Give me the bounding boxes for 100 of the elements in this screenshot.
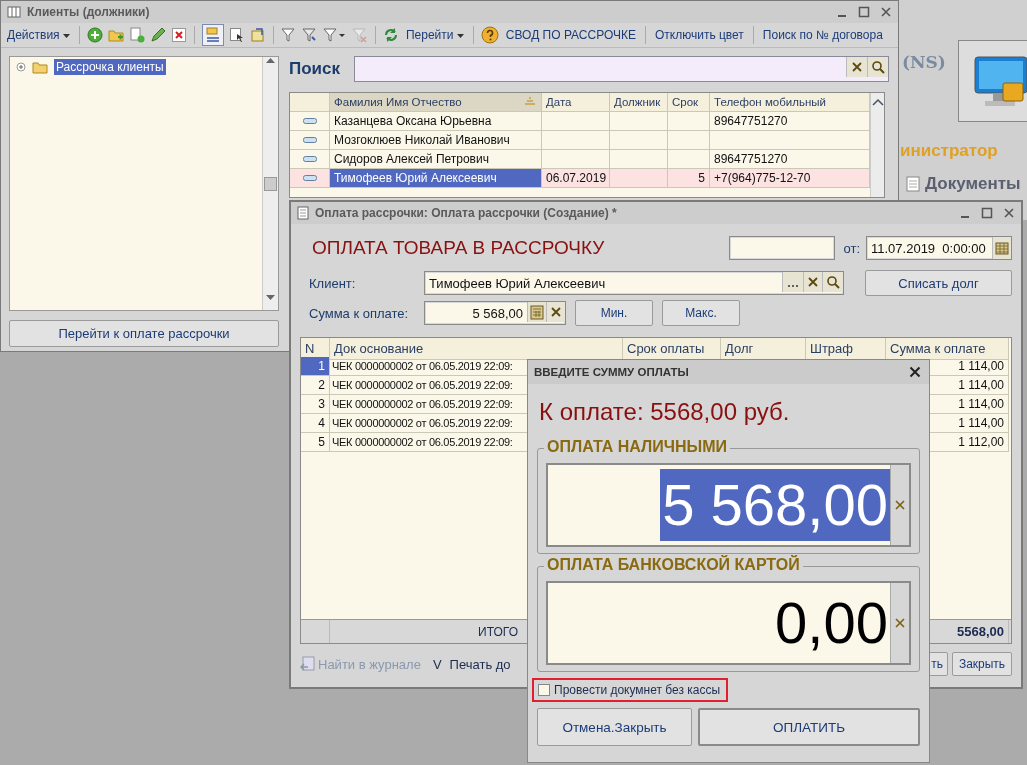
clear-filter-icon[interactable] <box>351 27 368 43</box>
column-header[interactable]: Дата <box>542 93 610 112</box>
table-icon <box>7 6 21 18</box>
color-off-button[interactable]: Отключить цвет <box>653 28 746 42</box>
column-header[interactable]: Телефон мобильный <box>710 93 870 112</box>
client-field[interactable]: Тимофеев Юрий Алексеевич <box>424 271 844 295</box>
close-icon[interactable] <box>1003 207 1015 219</box>
summary-button[interactable]: СВОД ПО РАССРОЧКЕ <box>503 28 638 42</box>
table-cell[interactable] <box>542 112 610 131</box>
more-icon[interactable] <box>782 272 803 292</box>
close-icon[interactable] <box>909 366 921 378</box>
table-cell[interactable]: 2 <box>301 376 330 395</box>
help-icon[interactable] <box>480 26 499 44</box>
column-header[interactable]: Сумма к оплате <box>886 338 1009 360</box>
clear-icon[interactable] <box>546 302 565 322</box>
filter-icon[interactable] <box>280 27 297 43</box>
caret-icon <box>62 33 70 38</box>
table-cell[interactable] <box>610 112 668 131</box>
max-button[interactable]: Макс. <box>662 300 740 326</box>
amount-field[interactable]: 0,00 <box>546 581 911 665</box>
scrollbar[interactable] <box>262 57 278 310</box>
clear-icon[interactable] <box>895 618 905 628</box>
table-cell[interactable]: Мозгоклюев Николай Иванович <box>330 131 542 150</box>
search-field[interactable] <box>354 56 889 82</box>
clear-icon[interactable] <box>846 57 867 77</box>
column-header[interactable]: Должник <box>610 93 668 112</box>
calendar-icon[interactable] <box>992 237 1011 259</box>
print-button[interactable]: Печать до <box>449 656 511 672</box>
checkbox[interactable] <box>538 684 550 696</box>
delete-icon[interactable] <box>170 27 187 43</box>
caret-icon <box>456 33 464 38</box>
number-field[interactable] <box>729 236 836 260</box>
table-cell[interactable]: Тимофеев Юрий Алексеевич <box>330 169 542 188</box>
brand-text: (NS) <box>902 52 946 72</box>
row-marker[interactable] <box>290 112 330 131</box>
clear-icon[interactable] <box>803 272 822 292</box>
search-icon[interactable] <box>867 57 888 77</box>
column-header[interactable]: Док основание <box>330 338 623 360</box>
column-header[interactable]: N <box>301 338 330 360</box>
table-cell[interactable] <box>668 112 710 131</box>
column-header[interactable]: Срок оплаты <box>623 338 721 360</box>
amount-field[interactable]: 5 568,00 <box>546 463 911 547</box>
contract-search-button[interactable]: Поиск по № договора <box>760 28 885 42</box>
table-cell[interactable]: 06.07.2019 <box>542 169 610 188</box>
goto-menu[interactable]: Перейти <box>403 28 466 42</box>
documents-section[interactable]: Документы <box>925 174 1021 194</box>
write-off-button[interactable]: Списать долг <box>865 270 1012 296</box>
min-button[interactable]: Мин. <box>575 300 653 326</box>
clear-icon[interactable] <box>895 500 905 510</box>
close-button[interactable]: Закрыть <box>952 652 1012 676</box>
item-icon <box>302 118 317 124</box>
table-cell[interactable]: 5 <box>301 433 330 452</box>
date-field[interactable]: 11.07.2019 0:00:00 <box>866 236 1012 260</box>
pencil-icon[interactable] <box>149 27 166 43</box>
scrollbar[interactable] <box>870 93 884 197</box>
table-cell[interactable] <box>610 131 668 150</box>
sum-label: Сумма к оплате: <box>308 305 410 321</box>
go-to-payment-button[interactable]: Перейти к оплате рассрочки <box>9 320 279 347</box>
filter-menu-icon[interactable] <box>322 27 347 43</box>
table-cell[interactable] <box>542 131 610 150</box>
table-cell[interactable]: Казанцева Оксана Юрьевна <box>330 112 542 131</box>
table-cell[interactable]: 5 <box>668 169 710 188</box>
table-cell[interactable] <box>610 169 668 188</box>
actions-menu[interactable]: Действия <box>5 28 72 42</box>
sum-field[interactable]: 5 568,00 <box>424 301 566 325</box>
table-cell[interactable]: +7(964)775-12-70 <box>710 169 870 188</box>
add-icon[interactable] <box>86 27 103 43</box>
expand-icon[interactable] <box>16 62 26 72</box>
cancel-button[interactable]: Отмена.Закрыть <box>537 708 692 746</box>
filter-icon[interactable] <box>301 27 318 43</box>
item-icon <box>302 175 317 181</box>
search-icon[interactable] <box>822 272 843 292</box>
row-marker[interactable] <box>290 131 330 150</box>
scroll-up-icon[interactable] <box>871 98 884 106</box>
close-icon[interactable] <box>880 6 892 18</box>
column-header[interactable]: Штраф <box>806 338 886 360</box>
maximize-icon[interactable] <box>858 6 870 18</box>
document-icon <box>906 176 920 192</box>
copy-icon[interactable] <box>128 27 145 43</box>
checkbox-label[interactable]: Провести докумнет без кассы <box>554 683 721 697</box>
document-icon <box>297 206 309 220</box>
table-cell[interactable] <box>668 131 710 150</box>
v-label[interactable]: V <box>432 656 442 672</box>
client-label: Клиент: <box>308 275 357 291</box>
pay-button[interactable]: ОПЛАТИТЬ <box>698 708 920 746</box>
table-cell[interactable]: 1 <box>301 357 330 376</box>
add-folder-icon[interactable] <box>107 27 124 43</box>
row-marker[interactable] <box>290 169 330 188</box>
table-cell[interactable]: 3 <box>301 395 330 414</box>
select-icon[interactable] <box>228 27 245 43</box>
calculator-icon[interactable] <box>527 302 546 322</box>
refresh-icon[interactable] <box>382 27 399 43</box>
table-cell[interactable]: 4 <box>301 414 330 433</box>
column-header[interactable]: Долг <box>721 338 806 360</box>
maximize-icon[interactable] <box>981 207 993 219</box>
scroll-thumb[interactable] <box>264 177 277 191</box>
column-header[interactable]: Фамилия Имя Отчество <box>330 93 542 112</box>
item-icon <box>302 137 317 143</box>
tree-item[interactable]: Рассрочка клиенты <box>54 59 166 75</box>
column-header[interactable]: Срок <box>668 93 710 112</box>
